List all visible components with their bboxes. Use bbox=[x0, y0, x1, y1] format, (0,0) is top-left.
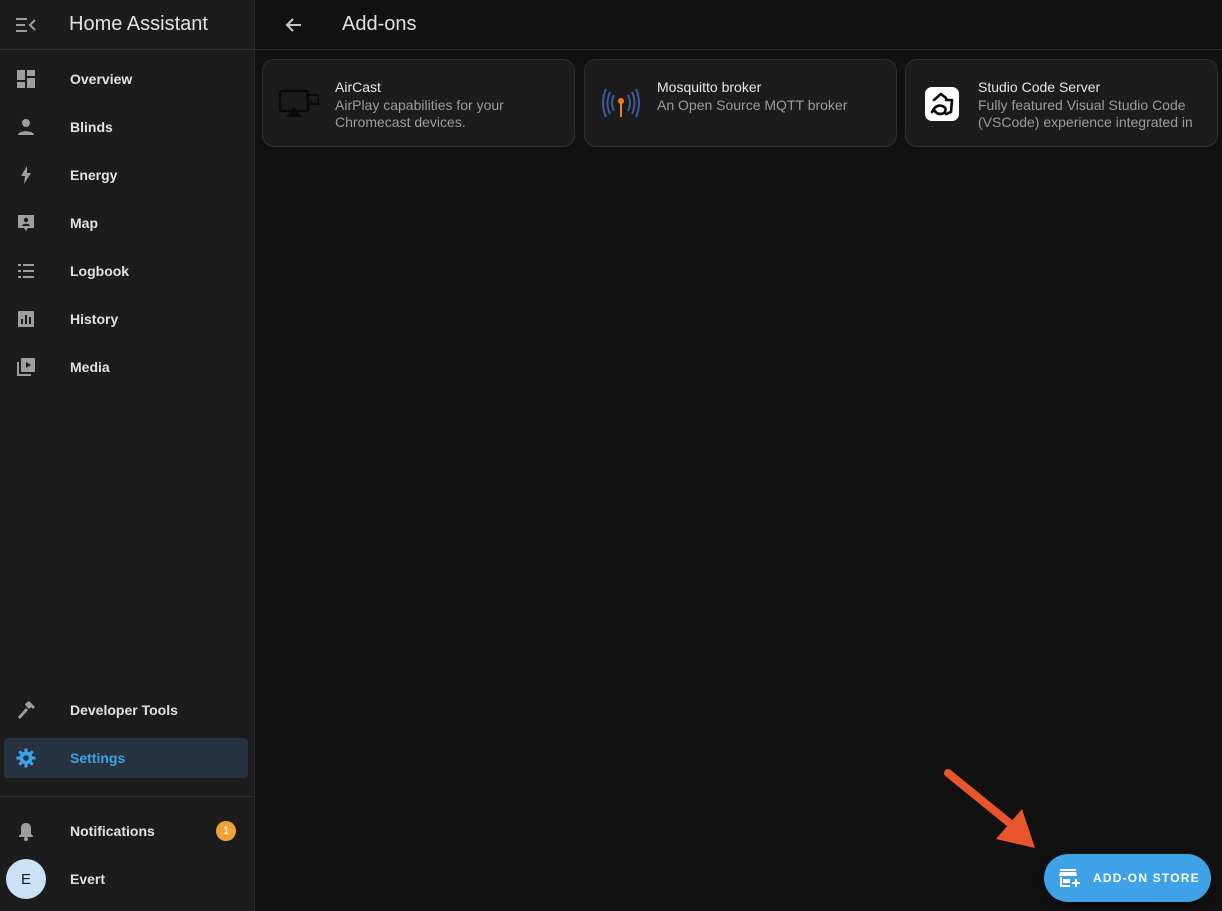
notification-count-badge: 1 bbox=[216, 821, 236, 841]
sidebar-item-label: Media bbox=[70, 359, 110, 375]
sidebar-item-user[interactable]: E Evert bbox=[4, 859, 248, 899]
bell-icon bbox=[4, 821, 48, 841]
sidebar-item-label: Blinds bbox=[70, 119, 113, 135]
app-title: Home Assistant bbox=[69, 13, 208, 35]
sidebar-item-overview[interactable]: Overview bbox=[4, 59, 248, 99]
sidebar-item-label: Map bbox=[70, 215, 98, 231]
sidebar-item-map[interactable]: Map bbox=[4, 203, 248, 243]
addon-description: AirPlay capabilities for your Chromecast… bbox=[335, 97, 504, 130]
play-box-multiple-icon bbox=[4, 357, 48, 377]
add-on-store-label: ADD-ON STORE bbox=[1093, 871, 1200, 885]
addon-description: Fully featured Visual Studio Code (VSCod… bbox=[978, 97, 1193, 130]
sidebar-item-label: Energy bbox=[70, 167, 118, 183]
sidebar-item-settings[interactable]: Settings bbox=[4, 738, 248, 778]
sidebar-item-label: Developer Tools bbox=[70, 702, 178, 718]
annotation-arrow-icon bbox=[944, 769, 1035, 848]
store-plus-icon bbox=[1059, 868, 1081, 888]
account-icon bbox=[4, 117, 48, 137]
add-on-store-button[interactable]: ADD-ON STORE bbox=[1044, 854, 1211, 902]
avatar: E bbox=[6, 859, 46, 899]
sidebar-item-label: Overview bbox=[70, 71, 133, 87]
map-marker-icon bbox=[4, 213, 48, 233]
top-bar: Add-ons bbox=[255, 0, 1222, 50]
addon-name: Studio Code Server bbox=[978, 79, 1101, 95]
sidebar: Home Assistant Overview Blinds Energy Ma… bbox=[0, 0, 255, 911]
cog-icon bbox=[4, 748, 48, 768]
view-dashboard-icon bbox=[4, 69, 48, 89]
lightning-bolt-icon bbox=[4, 165, 48, 185]
hammer-icon bbox=[4, 700, 48, 720]
format-list-bulleted-icon bbox=[4, 261, 48, 281]
sidebar-item-label: History bbox=[70, 311, 119, 327]
sidebar-header: Home Assistant bbox=[0, 0, 254, 50]
addon-card-aircast[interactable]: AirCast AirPlay capabilities for your Ch… bbox=[262, 59, 575, 147]
aircast-icon bbox=[277, 84, 321, 124]
sidebar-item-label: Notifications bbox=[70, 823, 155, 839]
addon-card-mosquitto[interactable]: Mosquitto broker An Open Source MQTT bro… bbox=[584, 59, 897, 147]
sidebar-item-energy[interactable]: Energy bbox=[4, 155, 248, 195]
mosquitto-icon bbox=[599, 84, 643, 124]
arrow-left-icon bbox=[285, 17, 301, 32]
sidebar-item-logbook[interactable]: Logbook bbox=[4, 251, 248, 291]
sidebar-item-history[interactable]: History bbox=[4, 299, 248, 339]
back-button[interactable] bbox=[255, 0, 331, 50]
sidebar-item-developer-tools[interactable]: Developer Tools bbox=[4, 690, 248, 730]
addon-description: An Open Source MQTT broker bbox=[657, 97, 848, 113]
addon-name: AirCast bbox=[335, 79, 381, 95]
menu-toggle-button[interactable] bbox=[0, 0, 52, 50]
sidebar-item-notifications[interactable]: Notifications 1 bbox=[4, 811, 248, 851]
sidebar-item-blinds[interactable]: Blinds bbox=[4, 107, 248, 147]
sidebar-item-media[interactable]: Media bbox=[4, 347, 248, 387]
addon-card-studio-code-server[interactable]: Studio Code Server Fully featured Visual… bbox=[905, 59, 1218, 147]
addon-name: Mosquitto broker bbox=[657, 79, 762, 95]
sidebar-divider bbox=[0, 796, 254, 797]
sidebar-item-label: Settings bbox=[70, 750, 126, 766]
sidebar-item-label: Logbook bbox=[70, 263, 130, 279]
page-title: Add-ons bbox=[342, 13, 417, 35]
studio-code-icon bbox=[920, 84, 964, 124]
chart-box-icon bbox=[4, 309, 48, 329]
menu-open-icon bbox=[16, 17, 36, 32]
user-name: Evert bbox=[70, 871, 106, 887]
